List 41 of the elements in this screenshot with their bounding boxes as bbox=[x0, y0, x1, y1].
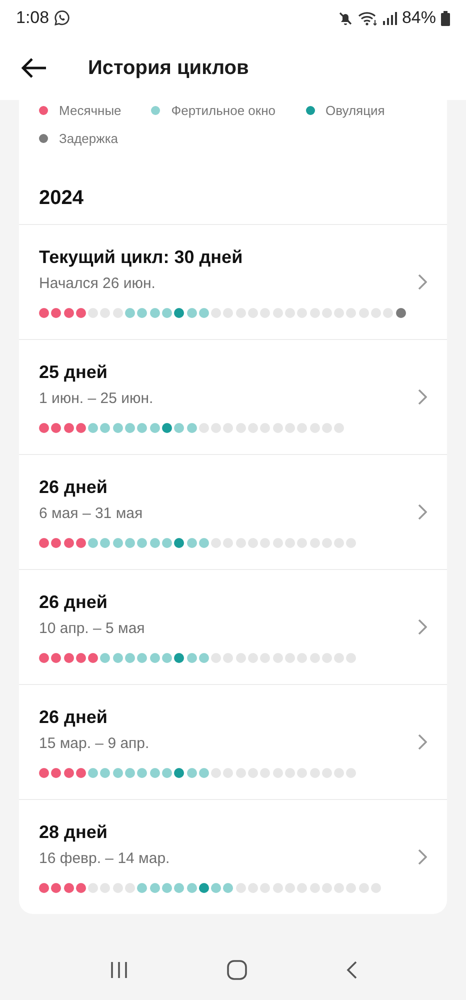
cycle-dates: 6 мая – 31 мая bbox=[39, 504, 144, 524]
cycle-length: 26 дней bbox=[39, 706, 108, 728]
cycle-length: 25 дней bbox=[39, 361, 108, 383]
chevron-right-icon bbox=[418, 734, 427, 750]
chevron-right-icon bbox=[418, 849, 427, 865]
cycle-length: 26 дней bbox=[39, 591, 108, 613]
cycle-dates: 15 мар. – 9 апр. bbox=[39, 734, 150, 754]
cycle-dates: 16 февр. – 14 мар. bbox=[39, 849, 171, 869]
wifi-icon bbox=[358, 10, 378, 26]
home-button[interactable] bbox=[226, 960, 246, 980]
cycle-row[interactable]: 26 дней 15 мар. – 9 апр. bbox=[19, 684, 447, 799]
legend-label: Овуляция bbox=[326, 102, 385, 118]
cycle-dates: 1 июн. – 25 июн. bbox=[39, 389, 154, 409]
cycle-dates: Начался 26 июн. bbox=[39, 274, 156, 294]
chevron-right-icon bbox=[418, 274, 427, 290]
cycle-row[interactable]: Текущий цикл: 30 дней Начался 26 июн. bbox=[19, 224, 447, 339]
battery-level: 84% bbox=[402, 8, 436, 28]
chevron-right-icon bbox=[418, 389, 427, 405]
chevron-right-icon bbox=[418, 619, 427, 635]
cycle-row[interactable]: 28 дней 16 февр. – 14 мар. bbox=[19, 799, 447, 914]
chevron-right-icon bbox=[418, 504, 427, 520]
legend-label: Задержка bbox=[59, 130, 118, 146]
cycle-row[interactable]: 25 дней 1 июн. – 25 июн. bbox=[19, 339, 447, 454]
back-button[interactable] bbox=[21, 57, 47, 79]
year-heading: 2024 bbox=[38, 186, 84, 211]
recent-apps-button[interactable] bbox=[110, 962, 128, 978]
clock-time: 1:08 bbox=[16, 8, 50, 28]
cycle-row[interactable]: 26 дней 6 мая – 31 мая bbox=[19, 454, 447, 569]
cycle-length: Текущий цикл: 30 дней bbox=[39, 246, 244, 268]
legend-label: Месячные bbox=[59, 102, 122, 118]
phone-bubble-icon bbox=[54, 10, 70, 26]
mute-icon bbox=[338, 10, 353, 26]
cycle-dates: 10 апр. – 5 мая bbox=[39, 619, 146, 639]
signal-icon bbox=[382, 12, 397, 24]
screen-title: История циклов bbox=[88, 56, 249, 80]
cycle-length: 26 дней bbox=[39, 476, 108, 498]
legend-label: Фертильное окно bbox=[171, 102, 276, 118]
battery-icon bbox=[441, 10, 450, 26]
back-nav-button[interactable] bbox=[346, 961, 356, 979]
cycle-length: 28 дней bbox=[39, 821, 108, 843]
cycle-row[interactable]: 26 дней 10 апр. – 5 мая bbox=[19, 569, 447, 684]
